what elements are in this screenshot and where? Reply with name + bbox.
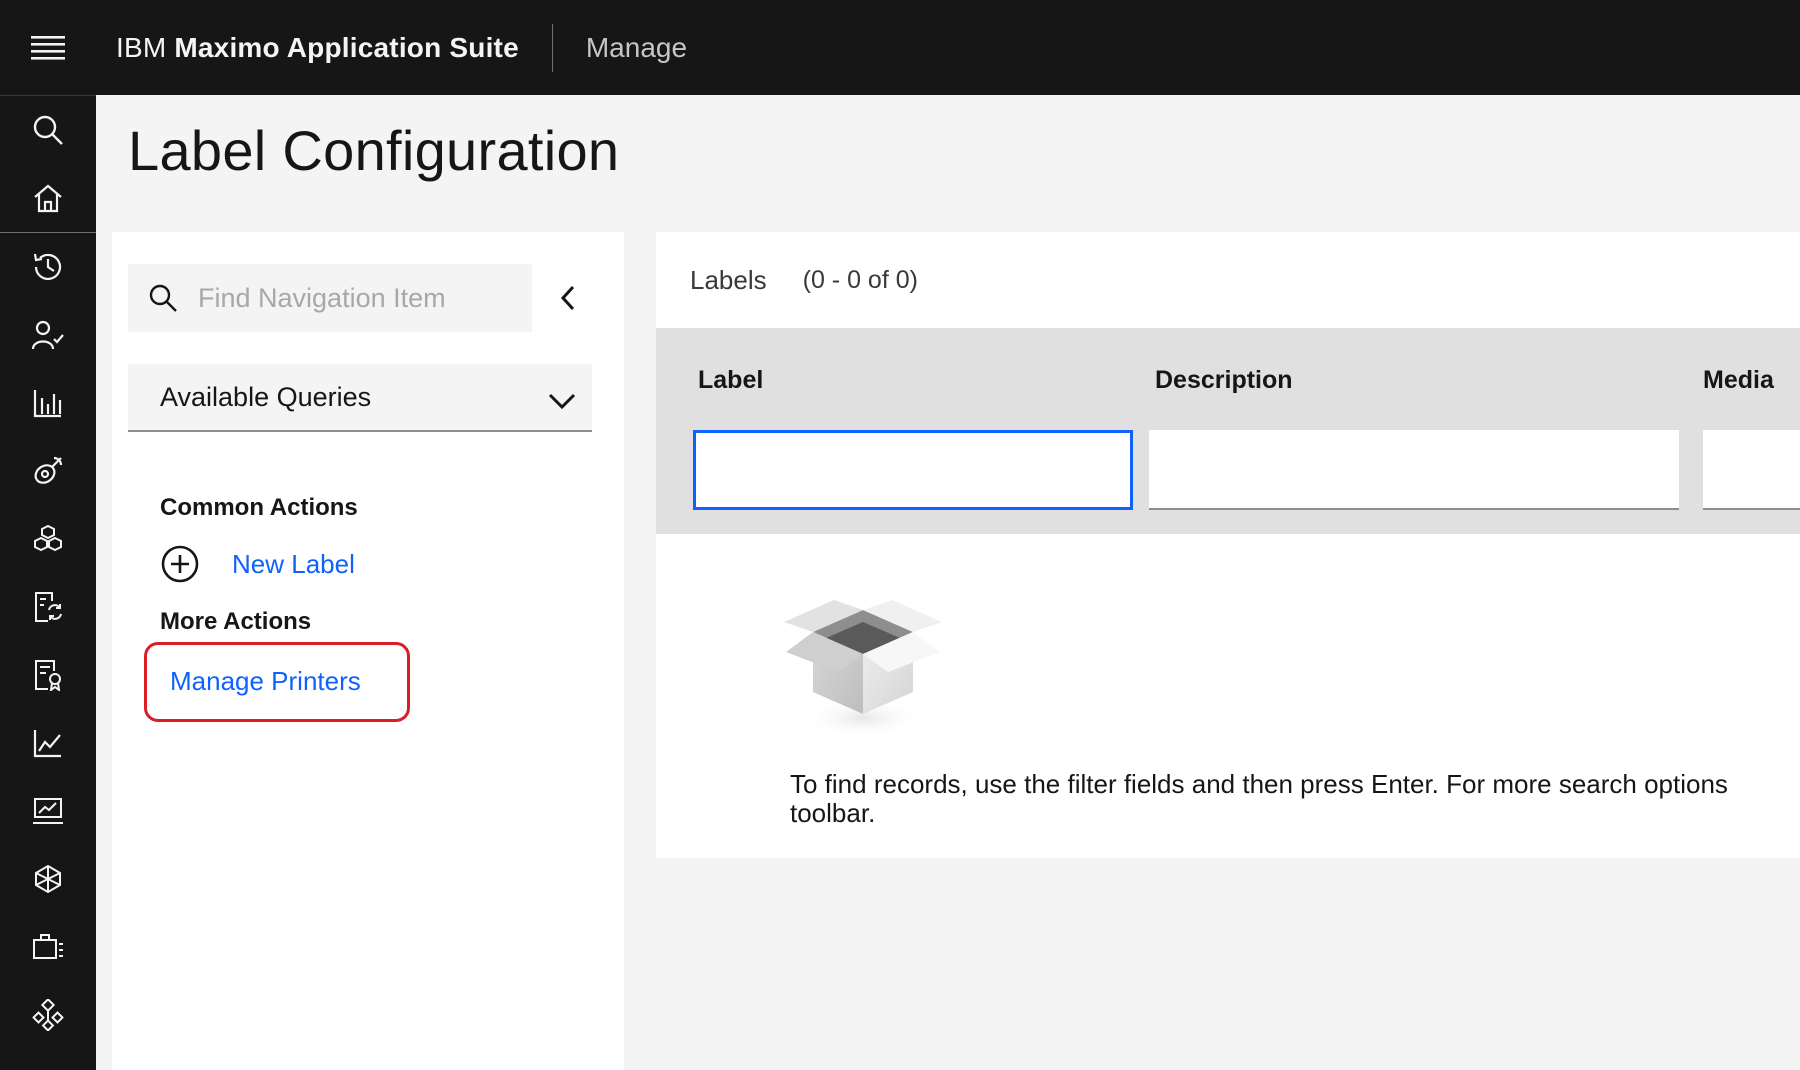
collapse-nav-button[interactable] <box>544 274 592 322</box>
empty-state-message: To find records, use the filter fields a… <box>790 770 1800 828</box>
home-icon <box>34 184 62 213</box>
menu-button[interactable] <box>0 0 96 95</box>
cubes-icon <box>34 524 62 552</box>
manage-printers-action[interactable]: Manage Printers <box>170 666 361 697</box>
product-name[interactable]: IBM Maximo Application Suite <box>96 32 519 64</box>
more-actions-heading: More Actions <box>160 608 312 635</box>
rail-inventory[interactable] <box>0 505 96 573</box>
new-label-link[interactable]: New Label <box>232 549 355 580</box>
available-queries-dropdown[interactable]: Available Queries <box>128 364 592 432</box>
app-name: Manage <box>585 31 688 63</box>
table-title: Labels <box>690 264 767 295</box>
hexagon-network-icon <box>35 864 61 894</box>
label-filter-input[interactable] <box>693 430 1133 510</box>
rail-administration[interactable] <box>0 981 96 1049</box>
labels-table-panel: Labels (0 - 0 of 0) Label Description Me… <box>656 232 1800 858</box>
history-icon <box>33 253 62 280</box>
side-rail <box>0 95 96 1070</box>
new-label-action[interactable]: New Label <box>160 544 355 584</box>
document-sync-icon <box>35 592 62 622</box>
chevron-left-icon <box>560 285 575 311</box>
header-divider <box>551 23 553 72</box>
brand-prefix: IBM <box>116 31 167 63</box>
rail-reports[interactable] <box>0 369 96 437</box>
bar-chart-icon <box>33 390 62 418</box>
line-chart-icon <box>33 730 61 758</box>
page-title: Label Configuration <box>128 119 620 182</box>
column-header-label[interactable]: Label <box>698 366 763 395</box>
media-filter-input[interactable] <box>1703 430 1800 510</box>
column-header-media[interactable]: Media <box>1703 366 1774 395</box>
rail-recent[interactable] <box>0 233 96 301</box>
toolkit-icon <box>33 934 63 959</box>
rail-home[interactable] <box>0 164 96 232</box>
rail-integration[interactable] <box>0 845 96 913</box>
table-header: Labels (0 - 0 of 0) <box>656 232 1800 328</box>
rail-tools[interactable] <box>0 913 96 981</box>
search-icon <box>128 283 198 313</box>
description-filter-input[interactable] <box>1149 430 1679 510</box>
empty-box-illustration <box>780 592 946 747</box>
document-certificate-icon <box>35 660 61 691</box>
record-count: (0 - 0 of 0) <box>802 265 918 294</box>
nav-search <box>128 264 532 332</box>
add-circle-icon <box>160 544 200 584</box>
open-box-icon <box>784 600 942 738</box>
nav-search-input[interactable] <box>198 282 518 314</box>
chevron-down-icon <box>548 386 576 417</box>
column-header-band: Label Description Media <box>656 328 1800 534</box>
user-check-icon <box>31 320 64 350</box>
common-actions-heading: Common Actions <box>160 494 358 521</box>
rail-analytics[interactable] <box>0 709 96 777</box>
search-icon <box>33 115 63 145</box>
manage-printers-link[interactable]: Manage Printers <box>170 666 361 697</box>
rail-search[interactable] <box>0 96 96 164</box>
rail-monitor[interactable] <box>0 437 96 505</box>
top-header: IBM Maximo Application Suite Manage <box>0 0 1800 95</box>
rail-work-orders[interactable] <box>0 573 96 641</box>
presentation-icon <box>33 798 63 824</box>
satellite-icon <box>34 456 63 484</box>
rail-contracts[interactable] <box>0 641 96 709</box>
empty-message-line-2: toolbar. <box>790 798 876 828</box>
rail-assignments[interactable] <box>0 301 96 369</box>
empty-message-line-1: To find records, use the filter fields a… <box>790 770 1728 799</box>
queries-label: Available Queries <box>160 381 372 412</box>
navigation-panel: Available Queries Common Actions New Lab… <box>112 232 624 1070</box>
rail-training[interactable] <box>0 777 96 845</box>
brand-name: Maximo Application Suite <box>174 31 519 63</box>
column-header-description[interactable]: Description <box>1155 366 1293 395</box>
hamburger-icon <box>31 35 65 60</box>
hierarchy-icon <box>32 999 64 1031</box>
